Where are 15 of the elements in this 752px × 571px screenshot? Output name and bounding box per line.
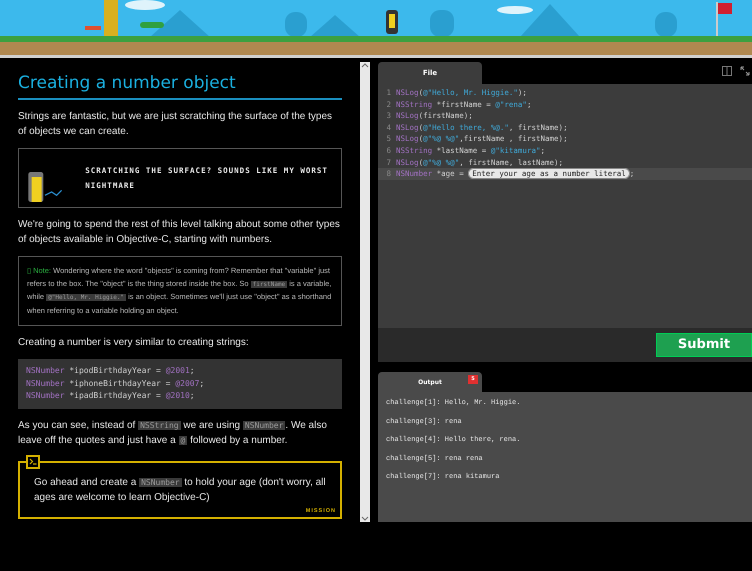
mission-text: Go ahead and create a NSNumber to hold your age (don't worry, all ages are welcome to learn Objective-C) [34,476,326,504]
lead-paragraph: Creating a number is very similar to creating strings: [18,336,250,350]
intro-paragraph: Strings are fantastic, but we are just scratching the surface of the types of objects we can create. [18,110,334,139]
scrollbar[interactable] [360,62,370,522]
scroll-down-icon[interactable] [361,514,369,522]
code-line: NSNumber *ipodBirthdayYear = @2001; [26,365,195,377]
scroll-up-icon[interactable] [361,62,369,70]
split-view-icon[interactable] [722,66,732,76]
lesson-title: Creating a number object [18,70,342,100]
code-line: NSNumber *ipadBirthdayYear = @2010; [26,390,195,402]
objects-paragraph: We're going to spend the rest of this level talking about some other types of objects available in Objective-C, starting with numbers. [18,218,341,247]
explanation-paragraph: As you can see, instead of NSString we are using NSNumber . We also leave off the quotes and just have a @ followed by a number. [18,418,328,448]
code-editor[interactable] [378,84,752,328]
code-line: NSNumber *iphoneBirthdayYear = @2007; [26,378,204,390]
fullscreen-icon[interactable] [740,66,750,76]
